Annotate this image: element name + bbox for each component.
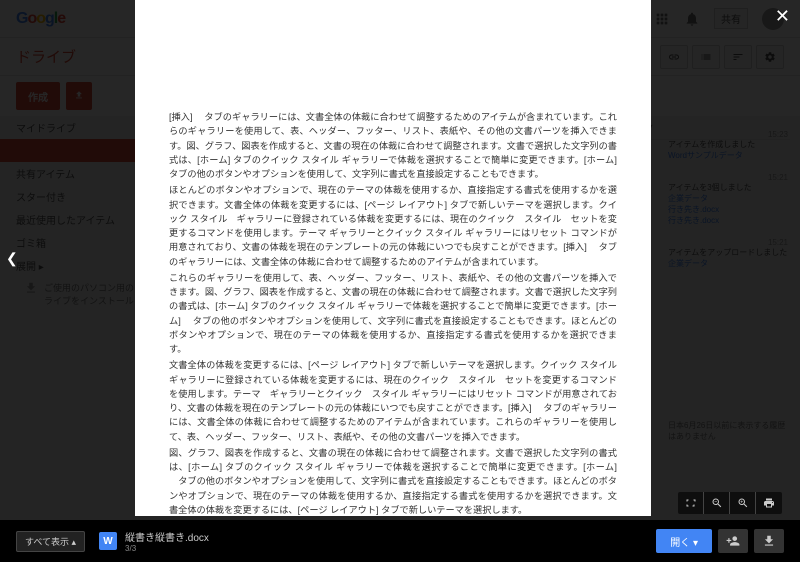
document-content: [挿入] タブのギャラリーには、文書全体の体裁に合わせて調整するためのアイテムが… (135, 0, 651, 516)
document-page: [挿入] タブのギャラリーには、文書全体の体裁に合わせて調整するためのアイテムが… (135, 0, 651, 516)
viewer-controls (678, 492, 782, 514)
document-paragraph: 文書全体の体裁を変更するには、[ページ レイアウト] タブで新しいテーマを選択し… (169, 358, 617, 444)
viewer-bottom-bar: すべて表示 ▴ W 縦書き縦書き.docx 3/3 開く ▾ (0, 520, 800, 562)
file-type-badge: W (99, 532, 117, 550)
file-name: 縦書き縦書き.docx (125, 529, 209, 544)
show-all-button[interactable]: すべて表示 ▴ (16, 531, 85, 552)
add-user-button[interactable] (718, 529, 748, 553)
open-button[interactable]: 開く ▾ (656, 529, 712, 553)
document-paragraph: 図、グラフ、図表を作成すると、文書の現在の体裁に合わせて調整されます。文書で選択… (169, 446, 617, 516)
fit-icon (685, 497, 697, 509)
viewer-overlay: ✕ ❮ [挿入] タブのギャラリーには、文書全体の体裁に合わせて調整するためのア… (0, 0, 800, 562)
document-paragraph: ほとんどのボタンやオプションで、現在のテーマの体裁を使用するか、直接指定する書式… (169, 183, 617, 269)
zoom-in-button[interactable] (730, 492, 756, 514)
close-button[interactable]: ✕ (775, 6, 790, 27)
zoom-out-icon (711, 497, 723, 509)
fit-button[interactable] (678, 492, 704, 514)
download-button[interactable] (754, 529, 784, 553)
prev-arrow[interactable]: ❮ (6, 250, 18, 267)
print-icon (763, 497, 775, 509)
zoom-in-icon (737, 497, 749, 509)
download-icon (762, 534, 776, 548)
page-indicator: 3/3 (125, 544, 209, 553)
print-button[interactable] (756, 492, 782, 514)
add-user-icon (726, 534, 740, 548)
zoom-out-button[interactable] (704, 492, 730, 514)
document-paragraph: これらのギャラリーを使用して、表、ヘッダー、フッター、リスト、表紙や、その他の文… (169, 271, 617, 357)
file-info: W 縦書き縦書き.docx 3/3 (99, 529, 209, 553)
document-paragraph: [挿入] タブのギャラリーには、文書全体の体裁に合わせて調整するためのアイテムが… (169, 110, 617, 181)
